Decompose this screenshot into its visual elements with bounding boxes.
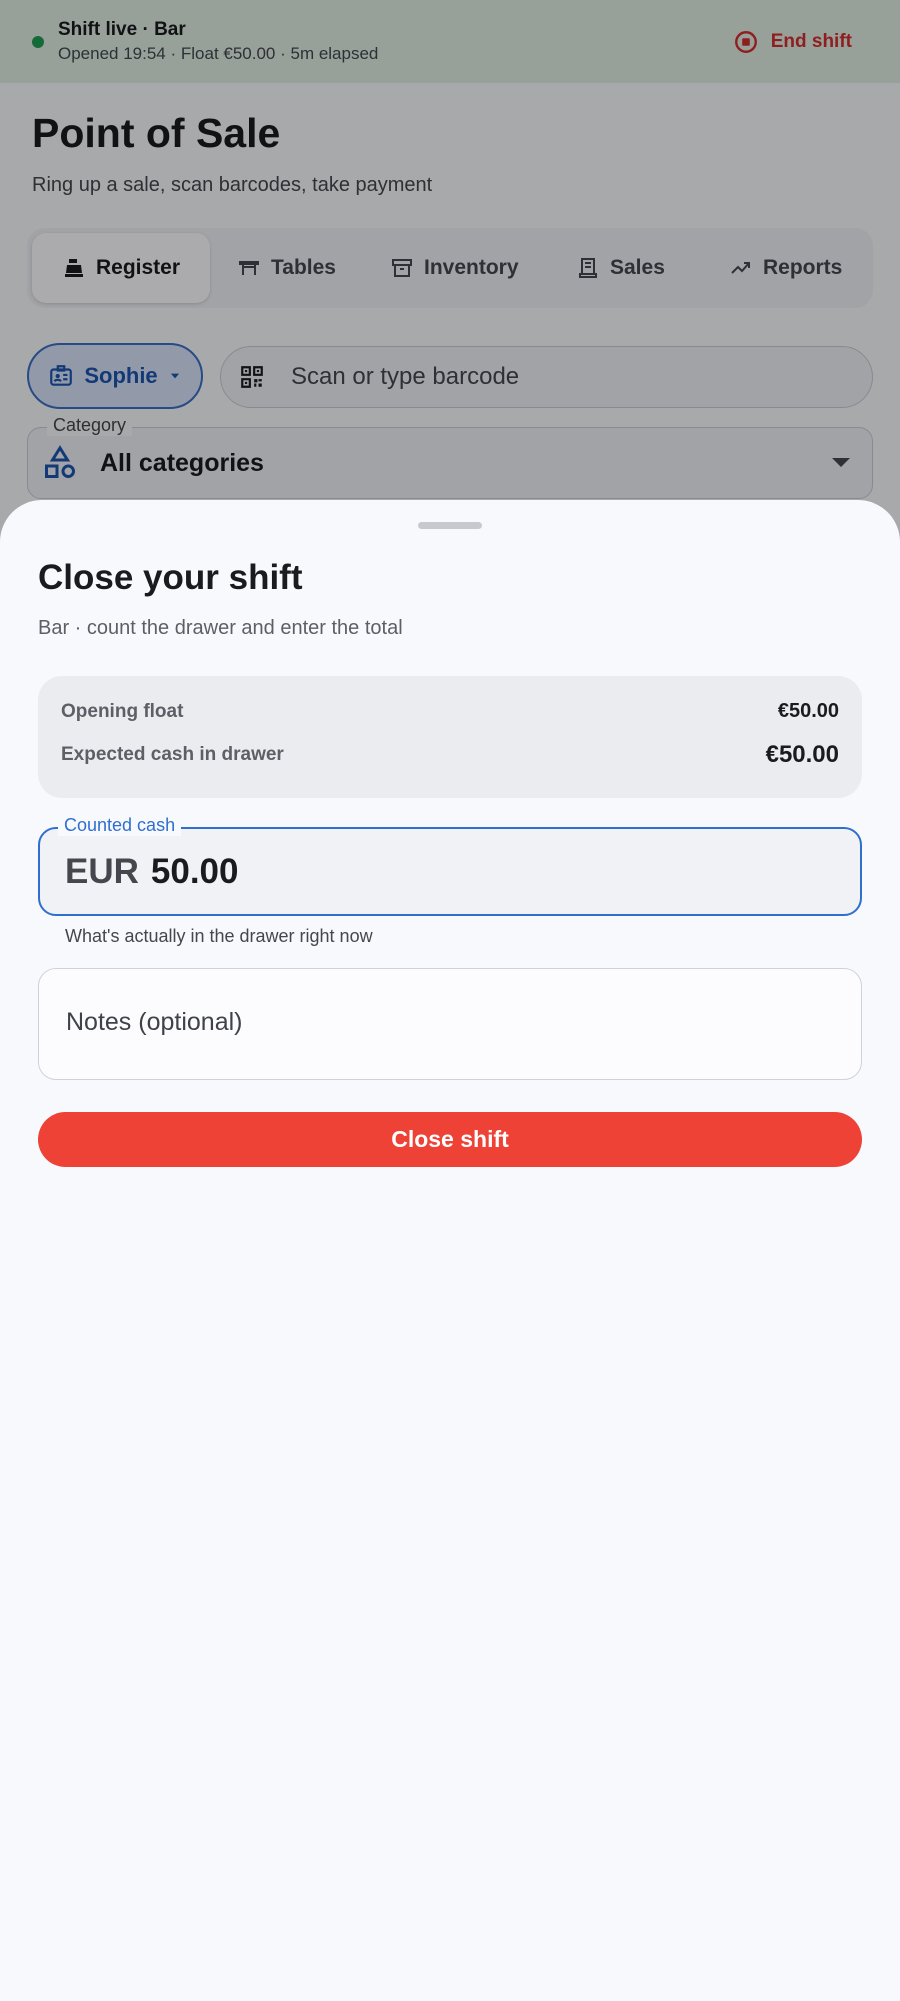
counted-cash-helper: What's actually in the drawer right now [65, 926, 373, 946]
close-shift-button[interactable]: Close shift [38, 1112, 862, 1167]
counted-cash-input[interactable] [150, 851, 751, 892]
drag-handle[interactable] [418, 522, 482, 529]
opening-float-label: Opening float [61, 700, 184, 722]
counted-cash-field[interactable]: EUR [38, 827, 862, 916]
opening-float-value: €50.00 [777, 700, 839, 722]
notes-field[interactable] [38, 968, 862, 1080]
opening-float-row: Opening float €50.00 [61, 700, 839, 723]
expected-cash-value: €50.00 [765, 741, 839, 768]
notes-input[interactable] [64, 1007, 828, 1038]
sheet-title: Close your shift [38, 558, 303, 597]
cash-summary-card: Opening float €50.00 Expected cash in dr… [38, 676, 862, 798]
sheet-subtitle: Bar · count the drawer and enter the tot… [38, 617, 403, 639]
expected-cash-row: Expected cash in drawer €50.00 [61, 741, 839, 769]
counted-cash-label: Counted cash [58, 815, 182, 836]
expected-cash-label: Expected cash in drawer [61, 744, 284, 765]
currency-prefix: EUR [65, 851, 139, 891]
close-shift-sheet: Close your shift Bar · count the drawer … [0, 500, 900, 2001]
